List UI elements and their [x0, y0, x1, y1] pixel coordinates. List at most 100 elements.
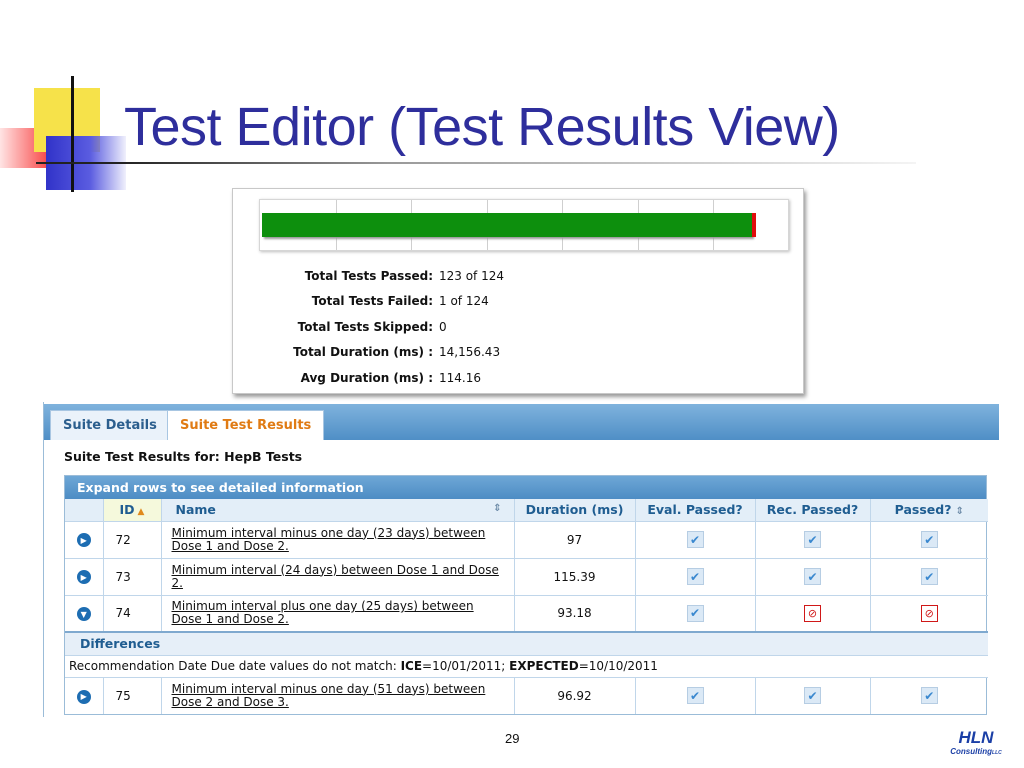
column-header-duration[interactable]: Duration (ms)	[513, 499, 635, 521]
table-row[interactable]: ▼ 74 Minimum interval plus one day (25 day…	[65, 594, 988, 632]
row-expander-cell: ▶	[65, 520, 103, 558]
sortable-icon: ⇕	[493, 503, 502, 514]
eval-passed-cell: ✔	[634, 557, 755, 595]
column-header-rec-passed[interactable]: Rec. Passed?	[754, 499, 870, 521]
logo-sub-name: Consulting	[950, 747, 993, 756]
passed-cell: ✔	[869, 557, 988, 595]
test-duration: 96.92	[513, 676, 635, 714]
suite-results-caption: Suite Test Results for: HepB Tests	[64, 449, 303, 464]
checkmark-icon: ✔	[920, 687, 938, 705]
stat-row: Total Tests Passed: 123 of 124	[247, 263, 504, 289]
table-row[interactable]: ▶ 75 Minimum interval minus one day (51 da…	[65, 676, 988, 714]
tab-suite-details[interactable]: Suite Details	[50, 410, 170, 440]
rec-passed-cell: ⊘	[754, 594, 870, 632]
test-id: 74	[102, 594, 161, 632]
row-expander-cell: ▶	[65, 557, 103, 595]
test-id: 75	[102, 676, 161, 714]
differences-message: Recommendation Date Due date values do n…	[69, 659, 401, 673]
checkmark-icon: ✔	[804, 531, 821, 548]
column-header-passed[interactable]: Passed? ⇕	[869, 499, 988, 521]
table-row[interactable]: ▶ 72 Minimum interval minus one day (23 da…	[65, 520, 988, 558]
table-row[interactable]: ▶ 73 Minimum interval (24 days) between Do…	[65, 557, 988, 595]
stat-row: Total Tests Skipped: 0	[247, 314, 504, 340]
column-header-rec-passed-label: Rec. Passed?	[766, 502, 859, 518]
stat-label: Total Tests Skipped:	[297, 319, 433, 334]
results-table: ID ▲ Name ⇕ Duration (ms) Eval. Passed? Re…	[65, 499, 988, 714]
fail-icon: ⊘	[920, 604, 938, 622]
test-summary-panel: Total Tests Passed: 123 of 124 Total Tests…	[232, 188, 804, 394]
results-grid: Expand rows to see detailed information …	[64, 475, 988, 715]
checkmark-icon: ✔	[920, 531, 938, 548]
suite-results-app: Suite Details Suite Test Results Suite T…	[43, 402, 999, 717]
passed-cell: ✔	[869, 520, 988, 558]
differences-detail-row: Recommendation Date Due date values do n…	[65, 654, 988, 677]
collapse-arrow-icon[interactable]: ▼	[76, 607, 91, 621]
stat-value: 0	[439, 319, 447, 334]
test-name-link[interactable]: Minimum interval plus one day (25 days) …	[172, 599, 474, 626]
expand-arrow-icon[interactable]: ▶	[76, 533, 91, 548]
passed-cell: ⊘	[869, 594, 988, 632]
expander-column-header	[65, 499, 103, 521]
stat-label: Avg Duration (ms) :	[300, 370, 433, 385]
sort-ascending-icon: ▲	[137, 507, 145, 518]
stat-label: Total Tests Passed:	[304, 268, 433, 283]
title-decoration-vertical-line	[71, 76, 74, 192]
column-header-eval-passed[interactable]: Eval. Passed?	[634, 499, 755, 521]
logo-sub-text: ConsultingLLC	[946, 747, 1006, 758]
stat-value: 1 of 124	[439, 294, 489, 309]
differences-header-row: Differences	[65, 631, 988, 655]
column-header-duration-label: Duration (ms)	[525, 502, 624, 518]
test-id: 72	[102, 520, 161, 558]
checkmark-icon: ✔	[686, 687, 704, 705]
eval-passed-cell: ✔	[634, 520, 755, 558]
stat-value: 114.16	[439, 370, 481, 385]
column-header-name[interactable]: Name ⇕	[160, 499, 514, 521]
expected-value: =10/10/2011	[578, 659, 658, 673]
title-underline	[36, 162, 916, 164]
stat-label: Total Duration (ms) :	[293, 345, 433, 360]
differences-heading: Differences	[65, 631, 988, 655]
eval-passed-cell: ✔	[634, 676, 755, 714]
test-name-link[interactable]: Minimum interval (24 days) between Dose …	[172, 563, 499, 590]
expand-arrow-icon[interactable]: ▶	[76, 570, 91, 585]
row-expander-cell: ▼	[65, 594, 103, 632]
test-name-cell: Minimum interval plus one day (25 days) …	[160, 594, 514, 632]
tab-suite-test-results[interactable]: Suite Test Results	[167, 410, 325, 440]
checkmark-icon: ✔	[804, 687, 821, 705]
table-header-row: ID ▲ Name ⇕ Duration (ms) Eval. Passed? Re…	[65, 499, 988, 521]
stat-row: Avg Duration (ms) : 114.16	[247, 365, 504, 391]
logo-main-text: HLN	[958, 728, 994, 747]
test-id: 73	[102, 557, 161, 595]
stat-value: 14,156.43	[439, 345, 501, 360]
results-table-body: ▶ 72 Minimum interval minus one day (23 da…	[65, 520, 988, 714]
page-number: 29	[505, 731, 520, 746]
test-duration: 97	[513, 520, 635, 558]
sortable-icon: ⇕	[955, 506, 964, 518]
expand-rows-hint: Expand rows to see detailed information	[65, 476, 986, 499]
rec-passed-cell: ✔	[754, 676, 870, 714]
ice-label: ICE	[400, 659, 423, 673]
rec-passed-cell: ✔	[754, 520, 870, 558]
passed-progress-bar	[262, 213, 752, 237]
test-name-cell: Minimum interval minus one day (51 days)…	[160, 676, 514, 714]
failed-progress-segment	[752, 213, 756, 237]
passed-cell: ✔	[869, 676, 988, 714]
column-header-name-label: Name	[175, 502, 216, 518]
column-header-id[interactable]: ID ▲	[102, 499, 161, 521]
stat-label: Total Tests Failed:	[311, 294, 433, 309]
test-name-link[interactable]: Minimum interval minus one day (51 days)…	[172, 682, 486, 709]
checkmark-icon: ✔	[686, 604, 704, 622]
checkmark-icon: ✔	[686, 568, 704, 585]
test-name-link[interactable]: Minimum interval minus one day (23 days)…	[172, 526, 486, 553]
expand-arrow-icon[interactable]: ▶	[76, 689, 91, 704]
tab-bar: Suite Details Suite Test Results	[44, 404, 999, 440]
fail-icon: ⊘	[804, 604, 821, 622]
summary-stats: Total Tests Passed: 123 of 124 Total Tests…	[247, 263, 504, 391]
stat-value: 123 of 124	[439, 268, 505, 283]
stat-row: Total Duration (ms) : 14,156.43	[247, 340, 504, 366]
checkmark-icon: ✔	[920, 568, 938, 585]
rec-passed-cell: ✔	[754, 557, 870, 595]
column-header-eval-passed-label: Eval. Passed?	[647, 502, 743, 518]
test-name-cell: Minimum interval (24 days) between Dose …	[160, 557, 514, 595]
company-logo: HLN ConsultingLLC	[946, 729, 1006, 761]
